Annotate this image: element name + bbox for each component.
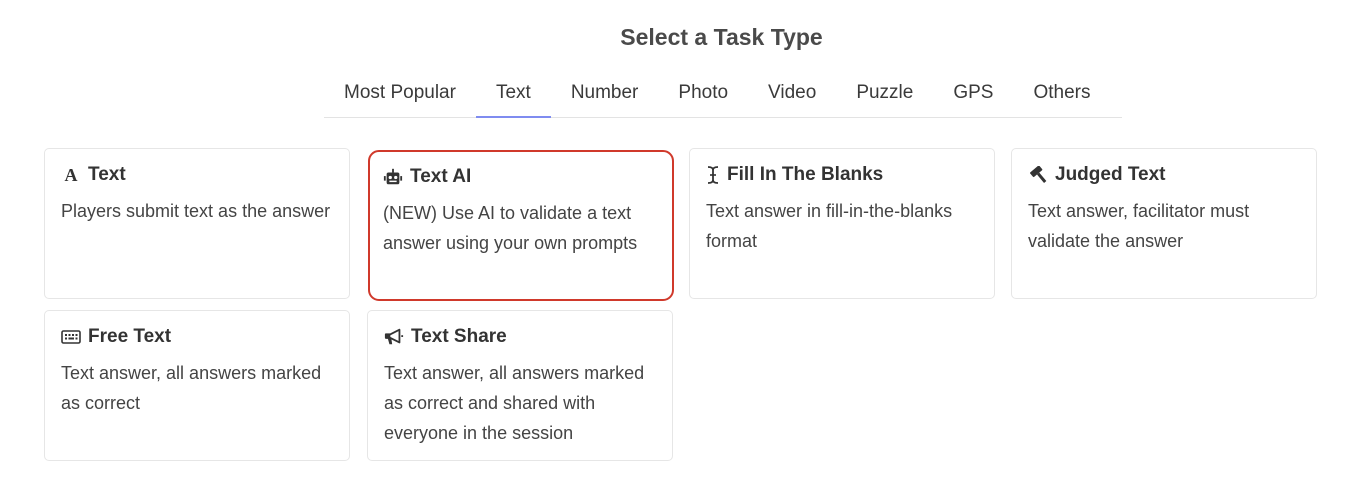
tab-others[interactable]: Others <box>1013 68 1110 117</box>
megaphone-icon <box>384 327 404 347</box>
card-description: Text answer, facilitator must validate t… <box>1028 201 1250 251</box>
page-title: Select a Task Type <box>620 24 823 50</box>
font-a-icon: A <box>61 165 81 185</box>
gavel-icon <box>1028 165 1048 185</box>
card-title-label: Text <box>88 164 126 185</box>
card-title: A Text <box>61 162 333 188</box>
tab-puzzle[interactable]: Puzzle <box>836 68 933 117</box>
task-card-text-share[interactable]: Text Share Text answer, all answers mark… <box>367 310 673 461</box>
tab-photo[interactable]: Photo <box>658 68 748 117</box>
card-title-label: Free Text <box>88 326 172 347</box>
robot-icon <box>383 167 403 187</box>
tab-video[interactable]: Video <box>748 68 836 117</box>
task-card-text-ai[interactable]: Text AI (NEW) Use AI to validate a text … <box>368 150 674 301</box>
tab-gps[interactable]: GPS <box>933 68 1013 117</box>
card-description: (NEW) Use AI to validate a text answer u… <box>383 203 638 253</box>
card-title-label: Text AI <box>410 166 472 187</box>
card-description: Players submit text as the answer <box>61 201 331 221</box>
card-title: Judged Text <box>1028 162 1300 188</box>
card-description: Text answer, all answers marked as corre… <box>384 363 645 443</box>
card-title-label: Text Share <box>411 326 507 347</box>
tab-most-popular[interactable]: Most Popular <box>324 68 476 117</box>
task-card-judged-text[interactable]: Judged Text Text answer, facilitator mus… <box>1011 148 1317 299</box>
card-title: Text Share <box>384 324 656 350</box>
card-description: Text answer in fill-in-the-blanks format <box>706 201 953 251</box>
tab-number[interactable]: Number <box>551 68 659 117</box>
task-type-tabs: Most Popular Text Number Photo Video Puz… <box>324 68 1122 118</box>
card-title: Fill In The Blanks <box>706 162 978 188</box>
card-title: Text AI <box>383 164 659 190</box>
card-title-label: Judged Text <box>1055 164 1166 185</box>
text-cursor-icon <box>706 165 720 185</box>
card-title: Free Text <box>61 324 333 350</box>
task-card-free-text[interactable]: Free Text Text answer, all answers marke… <box>44 310 350 461</box>
svg-text:A: A <box>65 166 78 184</box>
card-description: Text answer, all answers marked as corre… <box>61 363 322 413</box>
card-title-label: Fill In The Blanks <box>727 164 884 185</box>
task-card-text[interactable]: A Text Players submit text as the answer <box>44 148 350 299</box>
keyboard-icon <box>61 327 81 347</box>
tab-text[interactable]: Text <box>475 68 551 118</box>
task-card-fill-in-the-blanks[interactable]: Fill In The Blanks Text answer in fill-i… <box>689 148 995 299</box>
